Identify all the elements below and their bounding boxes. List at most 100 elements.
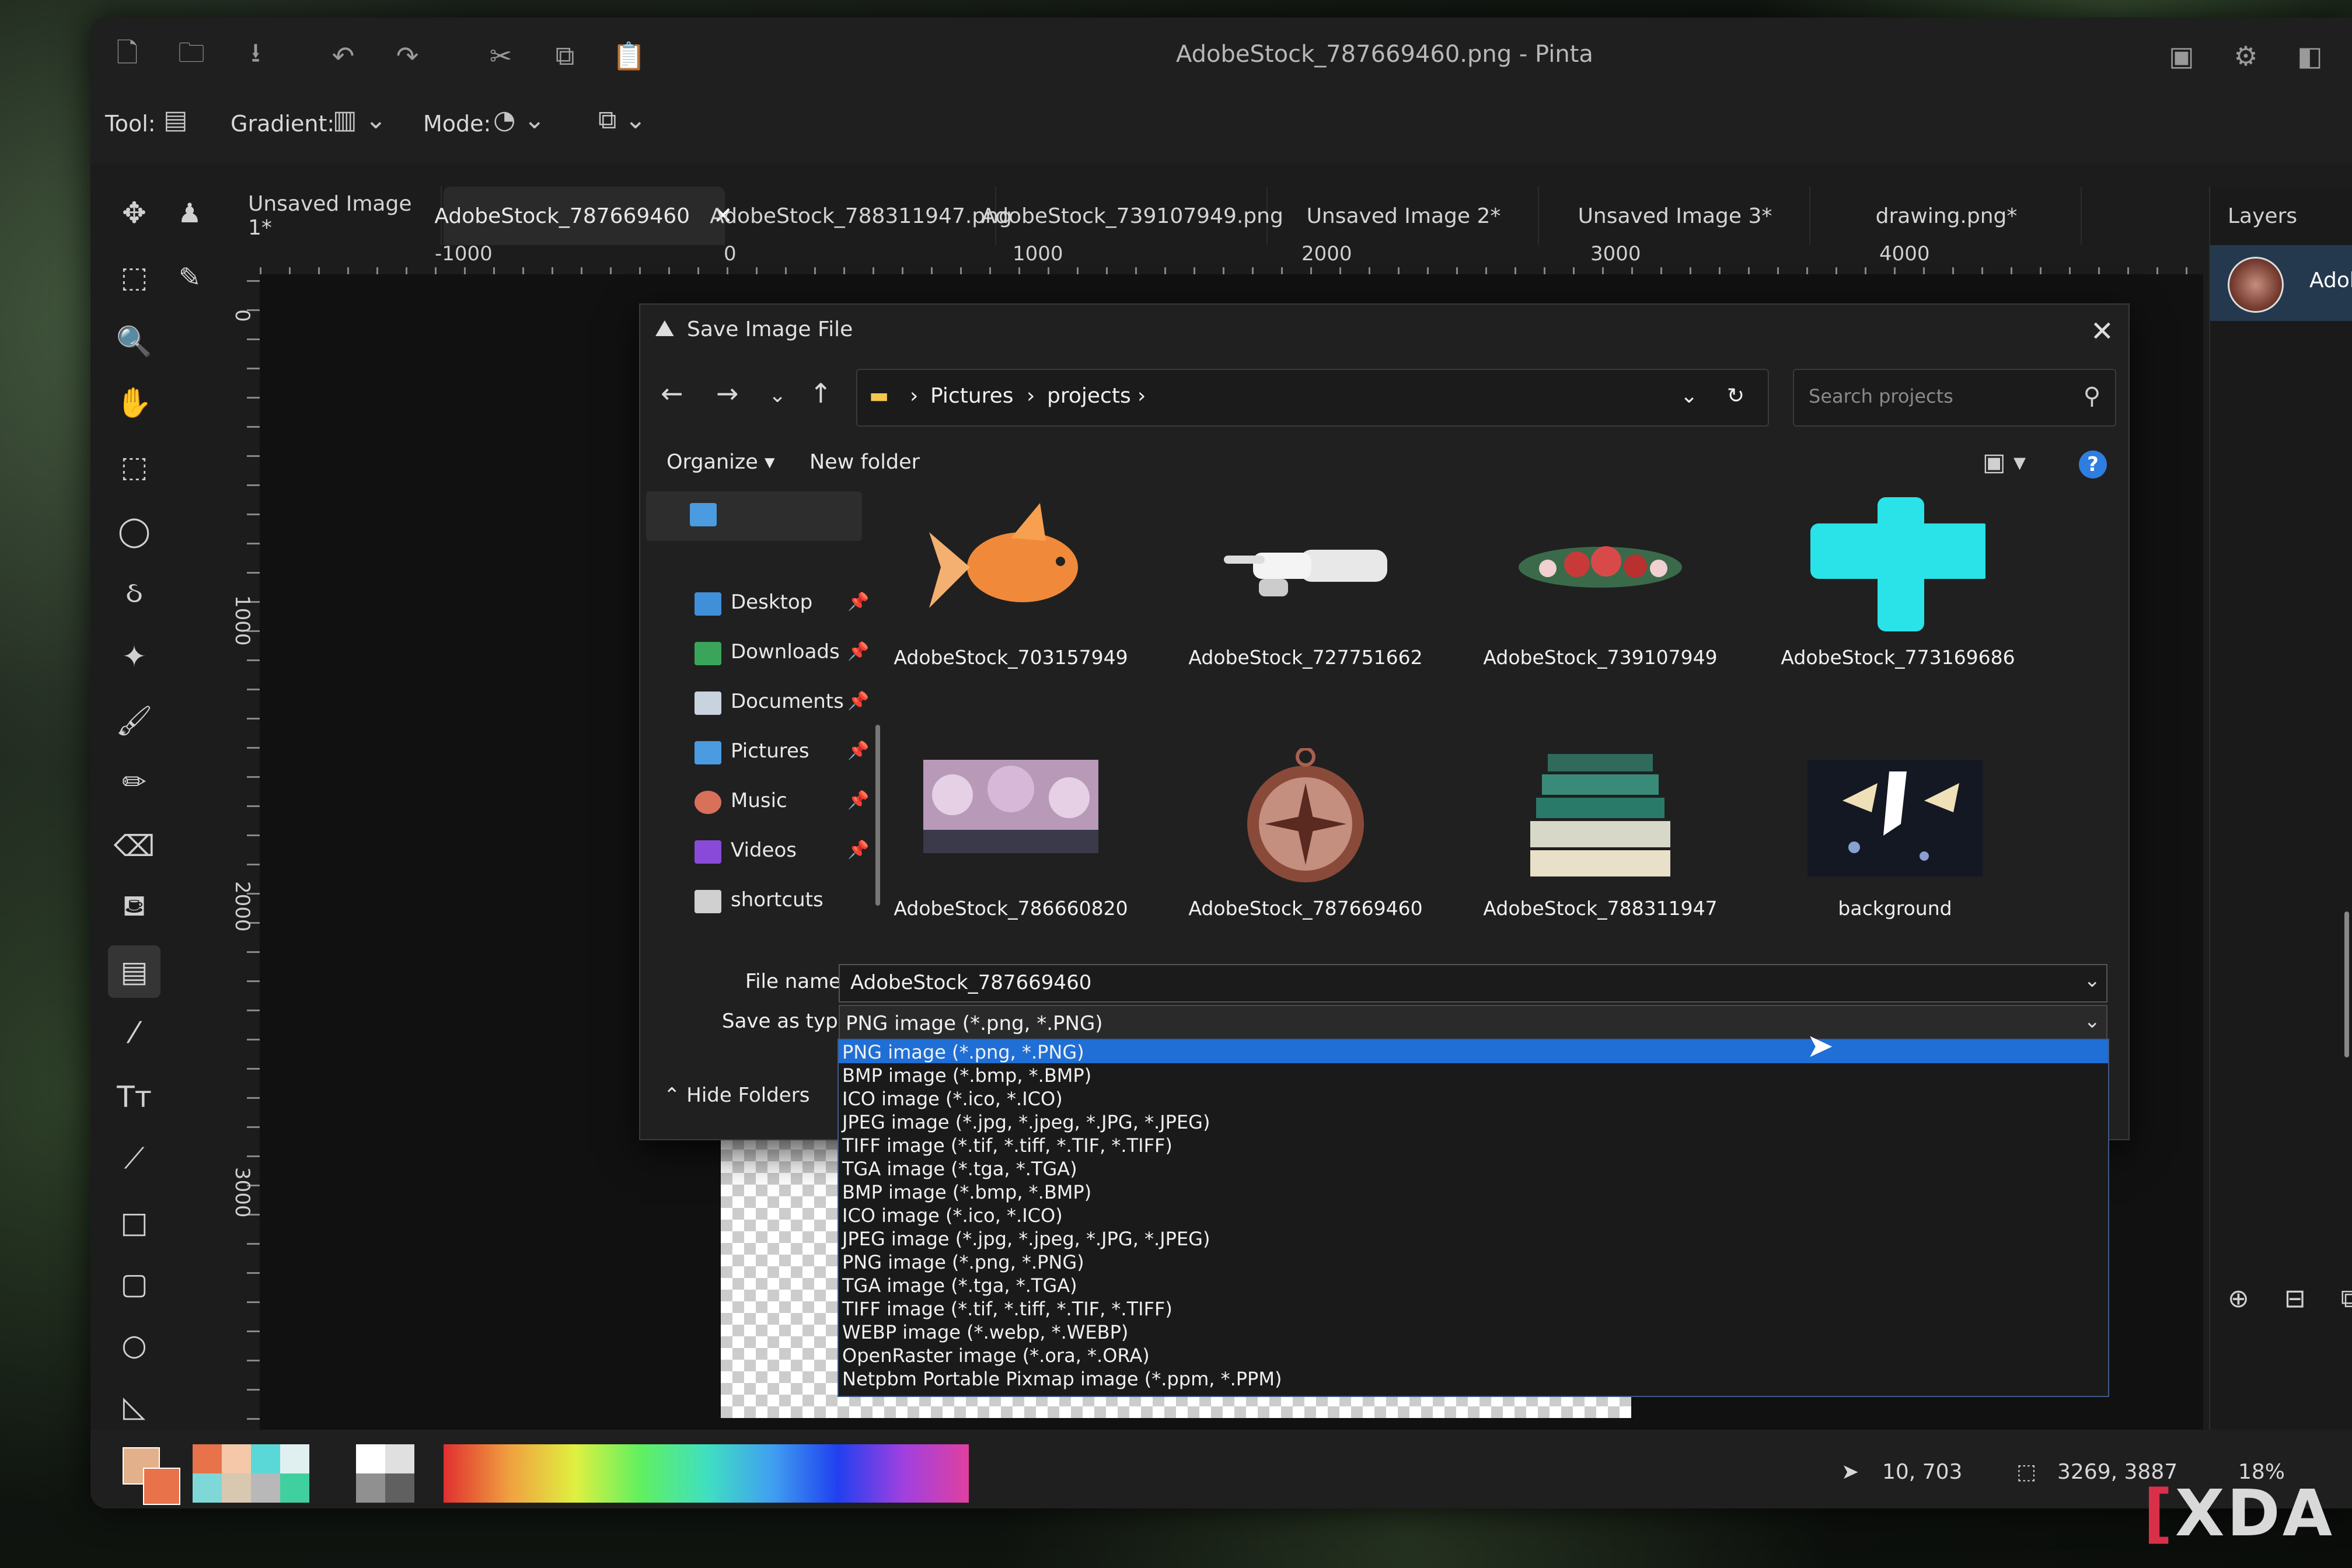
recent-locations-icon[interactable]: ⌄ — [769, 383, 786, 407]
hide-folders-button[interactable]: ⌃ Hide Folders — [664, 1084, 809, 1107]
music-icon — [695, 791, 721, 814]
adjustments-icon[interactable]: ⚙ — [2229, 40, 2262, 72]
file-item[interactable]: AdobeStock_786660820 — [894, 742, 1128, 935]
file-item[interactable]: AdobeStock_703157949 — [894, 491, 1128, 684]
freeform-shape-icon[interactable]: ◺ — [108, 1380, 160, 1433]
type-option[interactable]: OpenRaster image (*.ora, *.ORA) — [839, 1343, 2108, 1367]
layer-actions[interactable]: ⊕⊟⧉⤓ — [2228, 1284, 2352, 1314]
pencil-icon[interactable]: ✏ — [108, 756, 160, 808]
type-option[interactable]: ICO image (*.ico, *.ICO) — [839, 1087, 2108, 1110]
magic-wand-icon[interactable]: ✦ — [108, 630, 160, 683]
save-type-dropdown-list: PNG image (*.png, *.PNG) BMP image (*.bm… — [837, 1039, 2109, 1397]
flower-wreath-thumbnail — [1519, 546, 1682, 588]
zoom-icon[interactable]: 🔍 — [108, 315, 160, 368]
file-name-field[interactable]: AdobeStock_787669460 ⌄ — [839, 964, 2107, 1003]
lasso-select-icon[interactable]: ઠ — [108, 566, 160, 619]
close-dialog-icon[interactable]: ✕ — [2091, 315, 2114, 348]
ellipse-icon[interactable]: ○ — [108, 1319, 160, 1371]
file-item[interactable]: AdobeStock_727751662 — [1188, 491, 1423, 684]
line-curve-icon[interactable]: ⟋ — [108, 1132, 160, 1185]
tab-adobestock-787669460[interactable]: AdobeStock_787669460 ✕ — [434, 187, 733, 245]
layer-row[interactable]: AdobeStock — [2210, 245, 2352, 321]
eraser-icon[interactable]: ⌫ — [108, 820, 160, 872]
type-option[interactable]: TGA image (*.tga, *.TGA) — [839, 1157, 2108, 1180]
redo-icon[interactable]: ↷ — [391, 40, 424, 72]
new-folder-button[interactable]: New folder — [809, 451, 920, 474]
ruler-label: 1000 — [231, 595, 254, 646]
recolor-icon[interactable]: ✎ — [163, 251, 216, 303]
gradient-type-dropdown[interactable]: ▥ ⌄ — [333, 105, 386, 135]
type-option[interactable]: JPEG image (*.jpg, *.jpeg, *.JPG, *.JPEG… — [839, 1110, 2108, 1133]
tab-adobestock-739107949[interactable]: AdobeStock_739107949.png — [981, 187, 1283, 245]
chevron-down-icon[interactable]: ⌄ — [2084, 969, 2101, 992]
move-selected-icon[interactable]: ✥ — [108, 187, 160, 239]
pan-icon[interactable]: ✋ — [108, 376, 160, 429]
chevron-down-icon[interactable]: ⌄ — [2084, 1010, 2101, 1033]
back-icon[interactable]: ← — [661, 378, 683, 409]
rectangle-select-icon[interactable]: ⬚ — [108, 441, 160, 493]
open-icon[interactable]: 🗀 — [175, 37, 208, 72]
color-picker-icon[interactable]: ⁄ — [108, 1007, 160, 1059]
save-icon[interactable]: ⭳ — [239, 37, 272, 72]
file-item[interactable]: background — [1778, 742, 2012, 935]
type-option[interactable]: TIFF image (*.tif, *.tiff, *.TIF, *.TIFF… — [839, 1133, 2108, 1157]
ellipse-select-icon[interactable]: ◯ — [108, 505, 160, 557]
grid-scrollbar[interactable] — [2344, 912, 2349, 1057]
rectangle-icon[interactable]: □ — [108, 1196, 160, 1249]
mode-dropdown[interactable]: ◔ ⌄ — [493, 105, 545, 135]
organize-button[interactable]: Organize ▾ — [666, 451, 775, 474]
tool-label: Tool: — [105, 111, 156, 137]
gradient-icon[interactable]: ▤ — [108, 945, 160, 998]
file-item[interactable]: AdobeStock_788311947 — [1483, 742, 1718, 935]
clone-stamp-icon[interactable]: ♟ — [163, 187, 216, 239]
help-icon[interactable]: ? — [2079, 451, 2107, 479]
file-item[interactable]: AdobeStock_739107949 — [1483, 491, 1718, 684]
address-dropdown-icon[interactable]: ⌄ — [1680, 384, 1698, 408]
address-bar[interactable]: ▬ › Pictures › projects › ⌄ ↻ — [856, 369, 1769, 427]
type-option[interactable]: ICO image (*.ico, *.ICO) — [839, 1203, 2108, 1227]
layer-name: AdobeStock — [2309, 268, 2352, 292]
type-option[interactable]: BMP image (*.bmp, *.BMP) — [839, 1180, 2108, 1203]
up-icon[interactable]: ↑ — [809, 378, 832, 409]
new-image-icon[interactable]: 🗋 — [111, 37, 144, 72]
image-menu-icon[interactable]: ▣ — [2165, 40, 2198, 72]
breadcrumb-projects[interactable]: projects — [1047, 384, 1131, 408]
type-option[interactable]: TIFF image (*.tif, *.tiff, *.TIF, *.TIFF… — [839, 1297, 2108, 1320]
type-option[interactable]: TGA image (*.tga, *.TGA) — [839, 1273, 2108, 1297]
undo-icon[interactable]: ↶ — [327, 40, 360, 72]
paint-bucket-icon[interactable]: ⛾ — [108, 881, 160, 934]
panel-toggle-icon[interactable]: ◧ — [2294, 40, 2326, 72]
type-option[interactable]: PNG image (*.png, *.PNG) — [839, 1040, 2108, 1063]
forward-icon[interactable]: → — [716, 378, 739, 409]
tab-unsaved-image-3[interactable]: Unsaved Image 3* — [1541, 187, 1810, 245]
paintbrush-icon[interactable]: 🖌 — [108, 694, 160, 747]
type-option[interactable]: BMP image (*.bmp, *.BMP) — [839, 1063, 2108, 1087]
tab-unsaved-image-1[interactable]: Unsaved Image 1* — [248, 187, 442, 245]
type-option[interactable]: WEBP image (*.webp, *.WEBP) — [839, 1320, 2108, 1343]
tab-drawing[interactable]: drawing.png* — [1812, 187, 2082, 245]
tab-adobestock-788311947[interactable]: AdobeStock_788311947.png — [710, 187, 1012, 245]
text-icon[interactable]: Tт — [108, 1071, 160, 1123]
save-type-select[interactable]: PNG image (*.png, *.PNG) ⌄ — [839, 1005, 2107, 1042]
tab-unsaved-image-2[interactable]: Unsaved Image 2* — [1269, 187, 1539, 245]
search-input[interactable]: Search projects — [1809, 385, 1953, 407]
nav-scrollbar[interactable] — [875, 725, 880, 906]
refresh-icon[interactable]: ↻ — [1727, 384, 1744, 408]
copy-icon[interactable]: ⧉ — [549, 40, 581, 72]
search-box[interactable]: Search projects ⚲ — [1793, 369, 2116, 427]
move-selection-icon[interactable]: ⬚ — [108, 251, 160, 303]
selection-mode-dropdown[interactable]: ⧉ ⌄ — [598, 105, 646, 135]
file-item[interactable]: AdobeStock_773169686 — [1781, 491, 2015, 684]
gallery-item[interactable] — [646, 491, 862, 541]
type-option[interactable]: PNG image (*.png, *.PNG) — [839, 1250, 2108, 1273]
paste-icon[interactable]: 📋 — [612, 40, 645, 72]
breadcrumb-pictures[interactable]: Pictures — [930, 384, 1014, 408]
rounded-rectangle-icon[interactable]: ▢ — [108, 1258, 160, 1310]
type-option[interactable]: JPEG image (*.jpg, *.jpeg, *.JPG, *.JPEG… — [839, 1227, 2108, 1250]
secondary-color-swatch[interactable] — [143, 1468, 180, 1505]
file-item[interactable]: AdobeStock_787669460 — [1188, 742, 1423, 935]
type-option[interactable]: Netpbm Portable Pixmap image (*.ppm, *.P… — [839, 1367, 2108, 1390]
cut-icon[interactable]: ✂ — [484, 40, 517, 72]
navigation-pane: Desktop 📌 Downloads 📌 Documents 📌 Pictur… — [643, 491, 880, 947]
view-options-icon[interactable]: ▣ ▾ — [1983, 448, 2026, 476]
